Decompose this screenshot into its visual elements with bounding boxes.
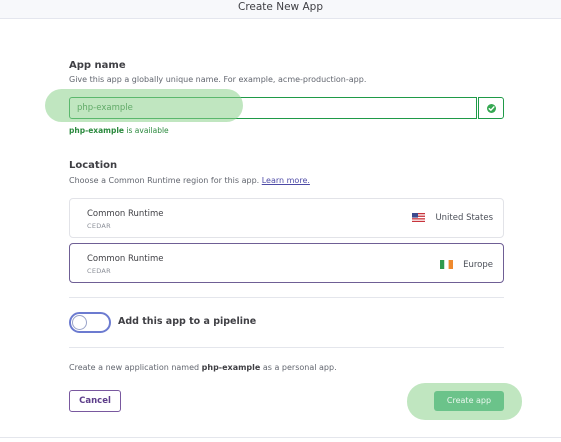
region-code: CEDAR xyxy=(87,267,111,275)
location-heading: Location xyxy=(69,160,118,171)
create-app-button[interactable]: Create app xyxy=(434,391,504,411)
footer-divider xyxy=(0,437,561,438)
pipeline-toggle-label: Add this app to a pipeline xyxy=(118,316,257,327)
summary-suffix: as a personal app. xyxy=(262,363,337,372)
availability-app-name: php-example xyxy=(69,126,125,135)
region-location: United States xyxy=(435,213,493,223)
summary-app-name: php-example xyxy=(201,363,261,372)
region-code: CEDAR xyxy=(87,222,111,230)
dialog-header: Create New App xyxy=(0,0,561,19)
pipeline-toggle[interactable] xyxy=(69,312,111,333)
summary-prefix: Create a new application named xyxy=(69,363,200,372)
divider xyxy=(69,297,504,298)
region-name: Common Runtime xyxy=(87,254,164,264)
region-location: Europe xyxy=(463,260,493,270)
availability-suffix: is available xyxy=(126,126,169,135)
region-option-europe[interactable]: Common Runtime CEDAR Europe xyxy=(69,243,504,283)
app-name-field[interactable] xyxy=(69,97,477,119)
us-flag-icon xyxy=(412,213,425,222)
availability-status xyxy=(478,97,504,119)
region-name: Common Runtime xyxy=(87,209,164,219)
app-name-input[interactable] xyxy=(70,98,476,118)
ireland-flag-icon xyxy=(440,260,453,269)
dialog-title: Create New App xyxy=(238,1,323,13)
location-description-text: Choose a Common Runtime region for this … xyxy=(69,176,260,185)
learn-more-link[interactable]: Learn more. xyxy=(262,176,310,185)
cancel-button[interactable]: Cancel xyxy=(69,390,121,412)
check-circle-icon xyxy=(487,104,496,113)
app-name-heading: App name xyxy=(69,60,126,71)
region-option-united-states[interactable]: Common Runtime CEDAR United States xyxy=(69,198,504,238)
availability-message: php-example is available xyxy=(69,126,169,135)
toggle-knob xyxy=(72,315,87,330)
app-name-description: Give this app a globally unique name. Fo… xyxy=(69,75,367,84)
create-summary: Create a new application named php-examp… xyxy=(69,363,337,372)
location-description: Choose a Common Runtime region for this … xyxy=(69,176,310,185)
divider xyxy=(69,347,504,348)
